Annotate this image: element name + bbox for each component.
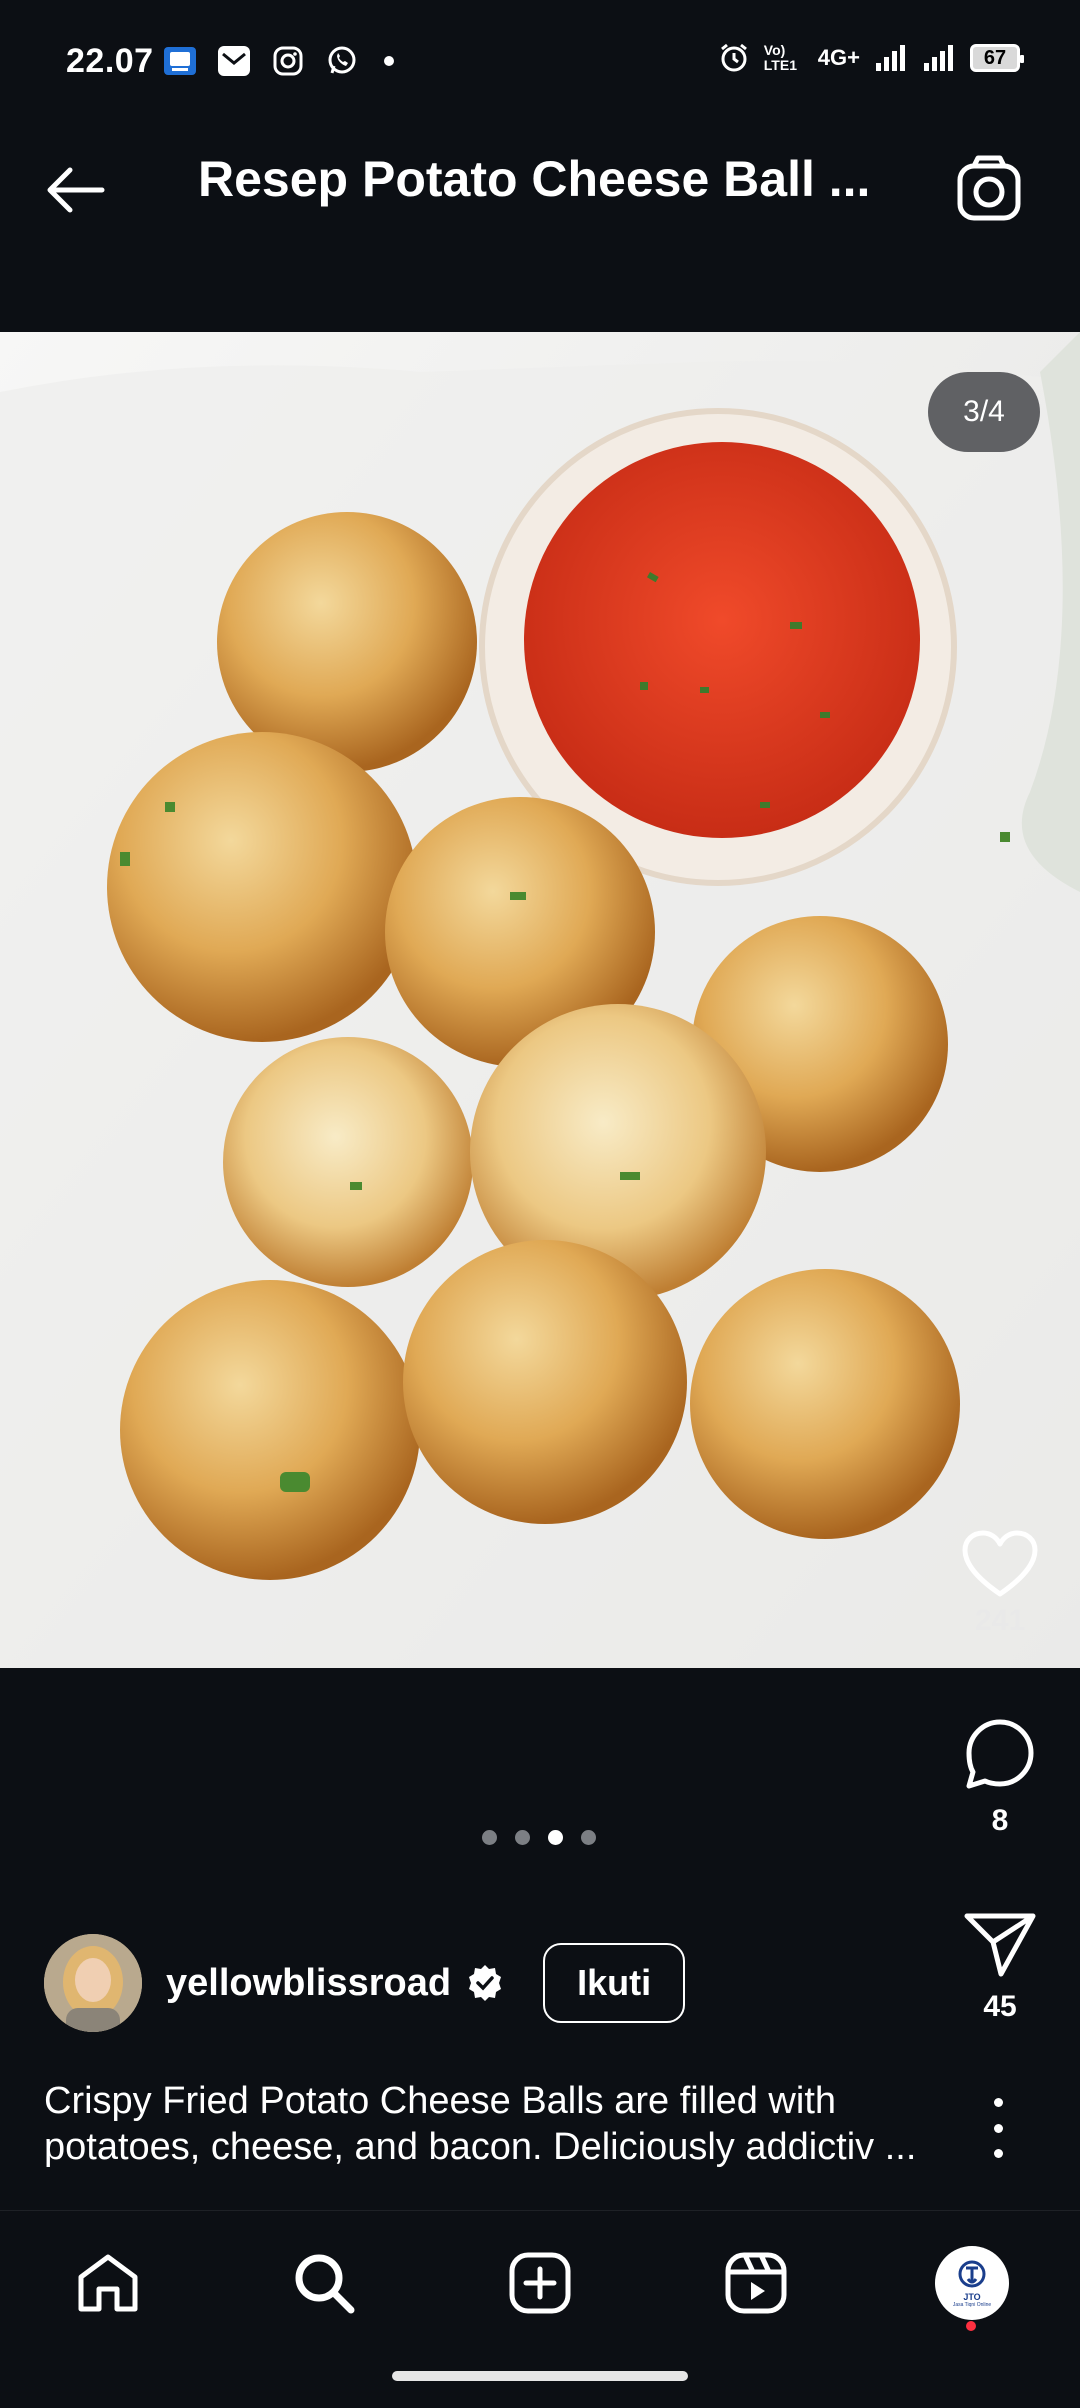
profile-logo-icon [958, 2260, 986, 2287]
system-icons: Vo) LTE1 4G+ 67 [718, 42, 1024, 74]
nav-reels[interactable] [716, 2243, 796, 2323]
instagram-icon [273, 46, 303, 76]
status-time: 22.07 [66, 42, 154, 80]
nav-profile[interactable]: JTO Jasa Tiqni Online [932, 2243, 1012, 2323]
potato-cheese-balls-photo [0, 332, 1080, 1668]
author-row: yellowblissroad Ikuti [44, 1934, 686, 2032]
share-action[interactable]: 45 [950, 1910, 1050, 2024]
add-post-icon[interactable] [507, 2250, 573, 2316]
profile-badge-subtext: Jasa Tiqni Online [952, 2301, 992, 2308]
carousel-indicator [482, 1830, 596, 1845]
like-count: 241 [974, 1604, 1026, 1637]
battery-level: 67 [983, 46, 1007, 69]
verified-badge-icon [469, 1965, 502, 2001]
header: Resep Potato Cheese Ball ... [0, 110, 1080, 332]
follow-button[interactable]: Ikuti [543, 1943, 686, 2023]
profile-notification-dot [966, 2321, 976, 2331]
comment-icon[interactable] [961, 1714, 1039, 1792]
app-notification-icon [164, 47, 196, 75]
nav-search[interactable] [284, 2243, 364, 2323]
image-counter: 3/4 [928, 372, 1040, 452]
more-options-icon[interactable] [978, 2098, 1018, 2158]
profile-avatar[interactable]: JTO Jasa Tiqni Online [935, 2246, 1009, 2320]
mail-icon [218, 46, 250, 76]
signal-icon [876, 45, 905, 71]
camera-icon[interactable] [950, 150, 1030, 230]
network-type: 4G+ [817, 45, 860, 70]
notification-icons [162, 44, 394, 78]
profile-badge-text: JTO [963, 2291, 981, 2302]
author-username[interactable]: yellowblissroad [166, 1962, 451, 2005]
signal-2-icon [924, 45, 953, 71]
carousel-dot [482, 1830, 497, 1845]
heart-icon[interactable] [961, 1530, 1039, 1600]
whatsapp-icon [328, 46, 356, 74]
share-count: 45 [983, 1990, 1017, 2023]
battery-icon: 67 [970, 44, 1024, 72]
send-icon[interactable] [963, 1910, 1037, 1978]
page-title: Resep Potato Cheese Ball ... [198, 151, 871, 207]
carousel-dot-active [548, 1830, 563, 1845]
volte-indicator: Vo) LTE1 [763, 42, 797, 73]
more-notifications-dot [384, 56, 394, 66]
like-action[interactable]: 241 [950, 1530, 1050, 1638]
avatar[interactable] [44, 1934, 142, 2032]
nav-create[interactable] [500, 2243, 580, 2323]
search-icon[interactable] [291, 2250, 357, 2316]
post-caption[interactable]: Crispy Fried Potato Cheese Balls are fil… [44, 2078, 944, 2170]
comment-count: 8 [991, 1804, 1009, 1837]
comment-action[interactable]: 8 [950, 1714, 1050, 1838]
back-arrow-icon[interactable] [40, 154, 112, 226]
carousel-dot [515, 1830, 530, 1845]
alarm-icon [720, 43, 747, 72]
avatar-photo [44, 1934, 142, 2032]
home-indicator[interactable] [392, 2371, 688, 2381]
home-icon[interactable] [75, 2251, 141, 2315]
post-image[interactable] [0, 332, 1080, 1668]
status-bar: 22.07 Vo) LTE1 4G+ 67 [0, 0, 1080, 110]
reels-icon[interactable] [723, 2250, 789, 2316]
nav-home[interactable] [68, 2243, 148, 2323]
carousel-dot [581, 1830, 596, 1845]
